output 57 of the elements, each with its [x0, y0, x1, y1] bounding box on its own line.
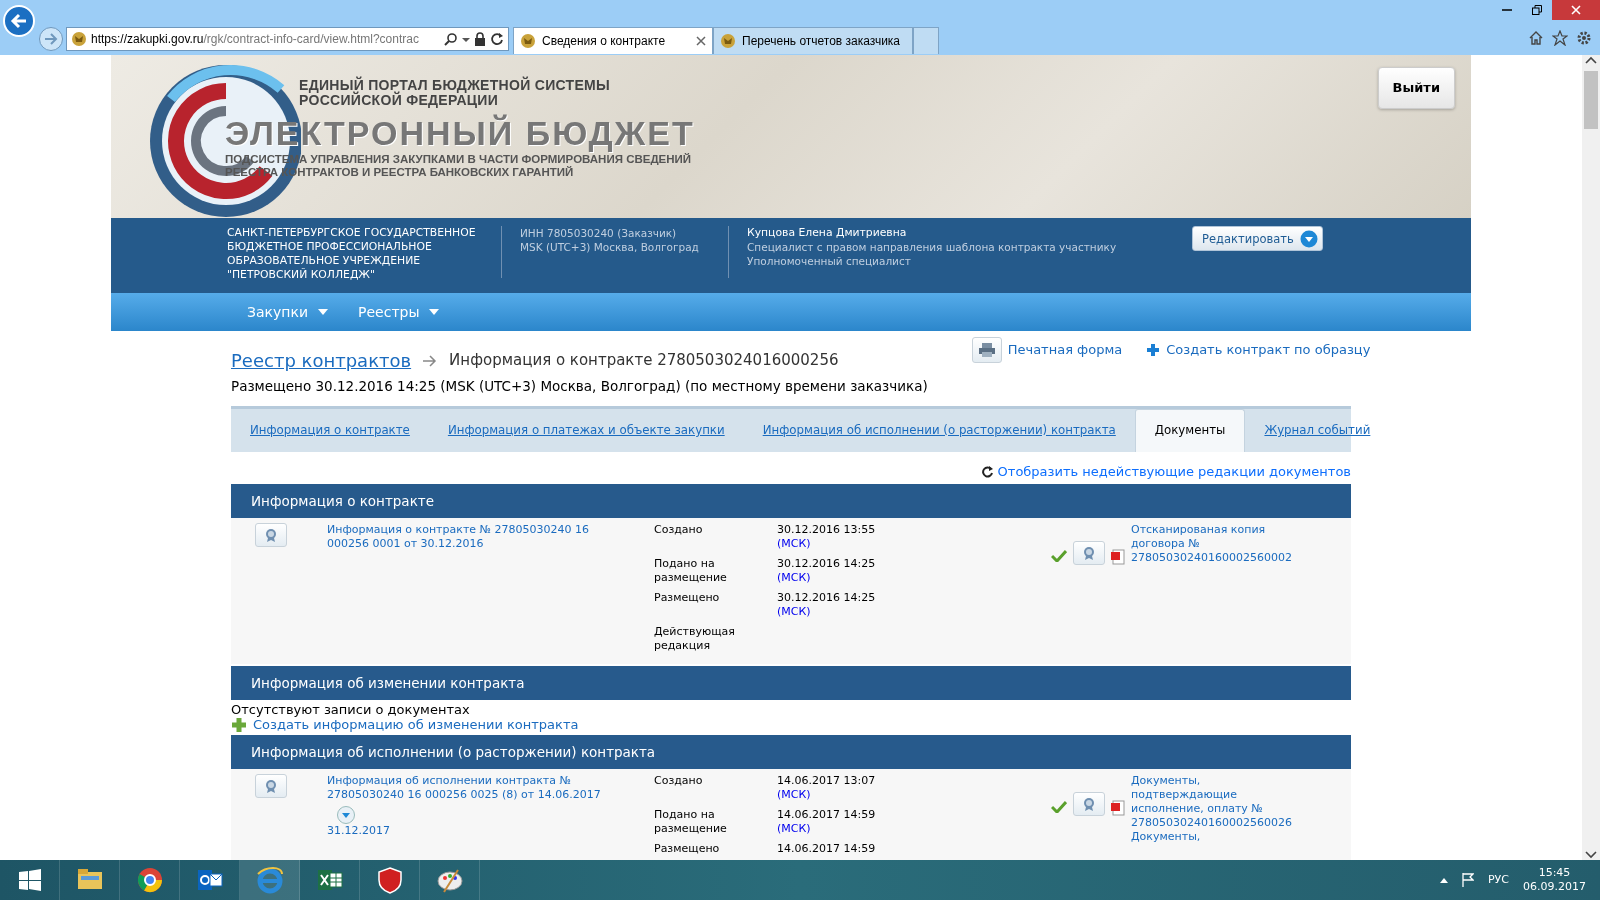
address-path: /rgk/contract-info-card/view.html?contrac — [203, 32, 419, 46]
user-name: Купцова Елена Дмитриевна — [747, 226, 908, 240]
field-label: Подано на размещение — [654, 807, 728, 836]
tab[interactable]: Журнал событий — [1245, 409, 1390, 453]
user-role: Уполномоченный специалист — [747, 254, 912, 268]
tab[interactable]: Информация о платежах и объекте закупки — [428, 409, 744, 453]
field-label: Действующая редакция — [654, 624, 736, 653]
tab[interactable]: Информация об исполнении (о расторжении) контракта — [743, 409, 1135, 453]
nav-menu[interactable]: Закупки — [247, 301, 328, 323]
timezone-label: (МСК) — [777, 787, 812, 802]
field-value: 14.06.2017 14:59 — [777, 841, 876, 856]
timezone-label: (МСК) — [777, 570, 812, 585]
document-link[interactable]: Информация о контракте № 27805030240 16 000256 0001 от 30.12.2016 — [327, 522, 614, 551]
browser-tab[interactable]: Перечень отчетов заказчика — [713, 27, 913, 54]
clock[interactable]: 15:45 06.09.2017 — [1523, 866, 1586, 894]
section-header: Информация о контракте — [231, 483, 1351, 518]
field-label: Подано на размещение — [654, 556, 728, 585]
organization-name: САНКТ-ПЕТЕРБУРГСКОЕ ГОСУДАРСТВЕННОЕ БЮДЖЕТНОЕ ПРОФЕССИОНАЛЬНОЕ ОБРАЗОВАТЕЛЬНОЕ УЧРЕЖДЕНИЕ "ПЕТРОВСКИЙ КОЛЛЕДЖ" — [227, 226, 477, 283]
field-label: Создано — [654, 773, 704, 789]
field-value: 30.12.2016 14:25 — [777, 556, 876, 571]
field-value: 14.06.2017 13:07 — [777, 773, 876, 788]
action-link[interactable]: Печатная форма — [971, 337, 1123, 363]
document-link[interactable]: Информация об исполнении контракта № 27805030240 16 000256 0025 (8) от 14.06.2017 — [327, 773, 614, 802]
browser-tab[interactable]: Сведения о контракте — [513, 27, 713, 54]
timezone-label: (МСК) — [777, 604, 812, 619]
posted-text: Размещено 30.12.2016 14:25 (MSK (UTC+3) Москва, Волгоград) (по местному времени заказчика) — [231, 377, 928, 396]
field-label: Размещено — [654, 841, 721, 856]
tab[interactable]: Информация о контракте — [231, 409, 429, 453]
empty-message: Отсутствуют записи о документах — [231, 700, 471, 717]
address-host: https://zakupki.gov.ru — [91, 32, 204, 46]
timezone-label: (МСК) — [777, 821, 812, 836]
create-link[interactable]: Создать информацию об изменении контракта — [231, 716, 1351, 733]
action-link[interactable]: Создать контракт по образцу — [1146, 337, 1371, 363]
attachment-link[interactable]: Документы, — [1131, 829, 1307, 844]
attachment-link[interactable]: Отсканированая копия договора № 27805030240160002560002 — [1131, 522, 1307, 565]
nav-menu[interactable]: Реестры — [358, 301, 440, 323]
user-role: Специалист с правом направления шаблона контракта участнику — [747, 240, 1118, 254]
logout-button[interactable]: Выйти — [1377, 67, 1455, 109]
page-title: Информация о контракте 2780503024016000256 — [449, 350, 839, 372]
field-value: 14.06.2017 14:59 — [777, 807, 876, 822]
field-label: Размещено — [654, 590, 721, 606]
field-value: 30.12.2016 14:25 — [777, 590, 876, 605]
section-header: Информация об исполнении (о расторжении) контракта — [231, 734, 1351, 769]
section-header: Информация об изменении контракта — [231, 665, 1351, 700]
timezone-text: MSK (UTC+3) Москва, Волгоград — [520, 240, 700, 254]
attachment-link[interactable]: Документы, подтверждающие исполнение, оплату № 27805030240160002560026 — [1131, 773, 1307, 830]
language-indicator[interactable]: РУС — [1488, 871, 1509, 889]
breadcrumb-link[interactable]: Реестр контрактов — [231, 347, 412, 374]
document-date: 31.12.2017 — [327, 823, 391, 838]
field-label: Создано — [654, 522, 704, 538]
timezone-label: (МСК) — [777, 536, 812, 551]
address-bar[interactable]: https://zakupki.gov.ru/rgk/contract-info-card/view.html?contrac — [66, 27, 509, 51]
tab[interactable]: Документы — [1134, 409, 1246, 453]
edit-button[interactable]: Редактировать — [1192, 226, 1323, 251]
inn-text: ИНН 7805030240 (Заказчик) — [520, 226, 678, 240]
field-value: 30.12.2016 13:55 — [777, 522, 876, 537]
portal-title: РОССИЙСКОЙ ФЕДЕРАЦИИ — [299, 93, 499, 108]
